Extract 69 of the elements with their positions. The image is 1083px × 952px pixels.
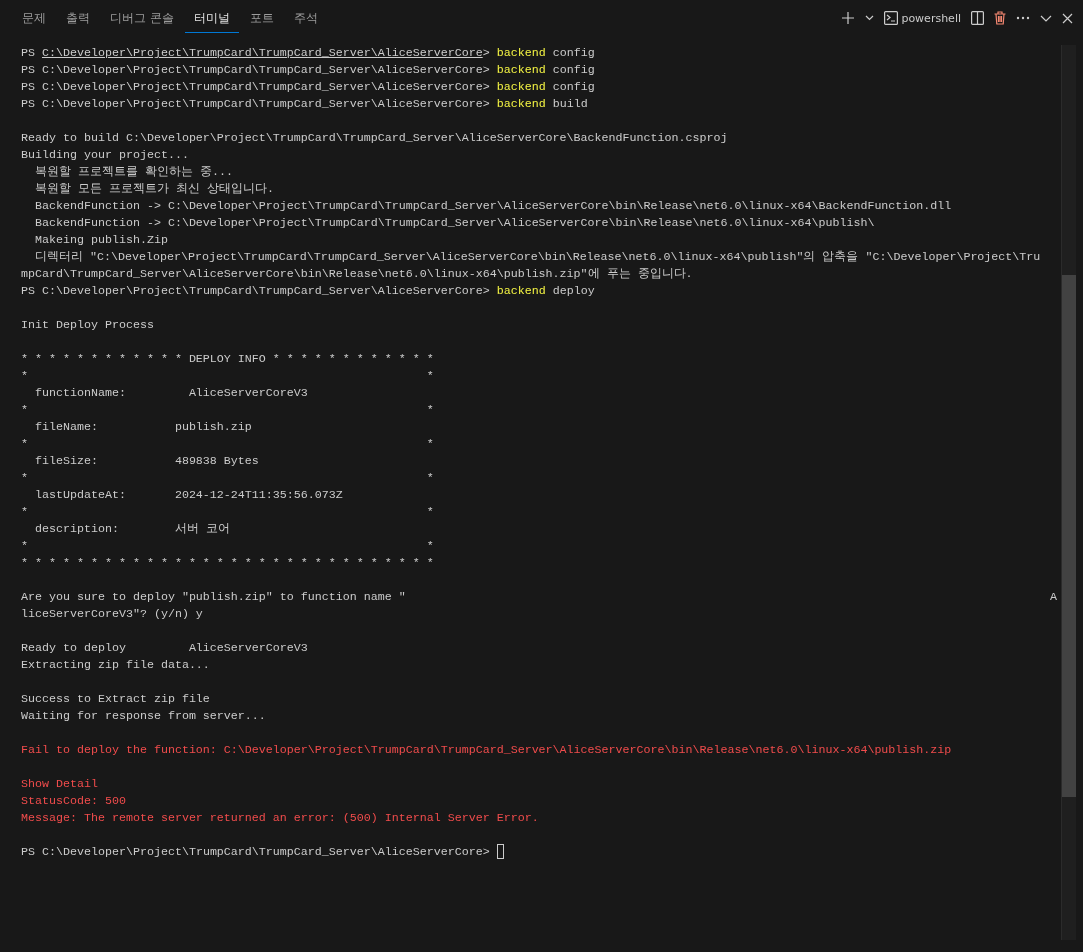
close-icon xyxy=(1062,12,1073,24)
panel-tab[interactable]: 디버그 콘솔 xyxy=(101,3,183,33)
terminal-output: * * * * * * * * * * * * * * * * * * * * * * * * * * * * * * xyxy=(21,556,434,570)
terminal-prompt: PS C:\Developer\Project\TrumpCard\TrumpCard_Server\AliceServerCore> xyxy=(21,80,490,94)
terminal-command: backend xyxy=(496,97,546,111)
split-terminal-button[interactable] xyxy=(969,9,986,27)
command-argument: build xyxy=(552,97,588,111)
terminal-command: backend xyxy=(496,284,546,298)
panel-tab[interactable]: 주석 xyxy=(284,3,327,33)
terminal-output: Makeing publish.Zip xyxy=(34,233,168,247)
command-argument: config xyxy=(552,46,595,60)
terminal-output: A xyxy=(1050,589,1057,606)
terminal-output: * * xyxy=(21,403,434,417)
terminal-output: BackendFunction -> C:\Developer\Project\TrumpCard\TrumpCard_Server\AliceServerCore\bin\Release\net6.0\linux-x64\publish\ xyxy=(34,216,875,230)
panel-tab[interactable]: 문제 xyxy=(13,3,55,33)
terminal-command: backend xyxy=(496,80,546,94)
terminal-output: description: 서버 코어 xyxy=(34,522,230,536)
error-output: Show Detail xyxy=(21,777,98,791)
panel-tab[interactable]: 출력 xyxy=(57,3,99,33)
chevron-down-icon xyxy=(865,15,875,21)
terminal-output: Init Deploy Process xyxy=(21,318,154,332)
terminal-output: * * xyxy=(21,505,434,519)
terminal-prompt: PS C:\Developer\Project\TrumpCard\TrumpCard_Server\AliceServerCore> xyxy=(21,845,490,859)
panel-tab[interactable]: 포트 xyxy=(240,3,283,33)
terminal-output: liceServerCoreV3"? (y/n) y xyxy=(21,607,203,621)
terminal-output: BackendFunction -> C:\Developer\Project\TrumpCard\TrumpCard_Server\AliceServerCore\bin\Release\net6.0\linux-x64\BackendFunction.dll xyxy=(34,199,952,213)
trash-icon xyxy=(994,11,1006,25)
kill-terminal-button[interactable] xyxy=(992,9,1008,27)
terminal-prompt: PS C:\Developer\Project\TrumpCard\TrumpCard_Server\AliceServerCore> xyxy=(21,46,490,60)
split-icon xyxy=(971,11,984,25)
terminal-output: * * * * * * * * * * * * DEPLOY INFO * * * * * * * * * * * * xyxy=(21,352,434,366)
terminal-output: Waiting for response from server... xyxy=(21,709,266,723)
more-actions-button[interactable] xyxy=(1014,14,1032,22)
terminal-command: backend xyxy=(496,46,546,60)
terminal-output: * * xyxy=(21,437,434,451)
terminal-output: Ready to deploy AliceServerCoreV3 xyxy=(21,641,308,655)
error-output: Message: The remote server returned an error: (500) Internal Server Error. xyxy=(21,811,539,825)
terminal-prompt: PS C:\Developer\Project\TrumpCard\TrumpCard_Server\AliceServerCore> xyxy=(21,284,490,298)
terminal-output: fileSize: 489838 Bytes xyxy=(34,454,259,468)
more-icon xyxy=(1016,16,1030,20)
terminal-icon xyxy=(884,11,899,25)
panel-tab[interactable]: 터미널 xyxy=(184,3,239,33)
terminal-output: Success to Extract zip file xyxy=(21,692,210,706)
error-output: StatusCode: 500 xyxy=(21,794,126,808)
terminal-output: Building your project... xyxy=(21,148,189,162)
scrollbar-thumb[interactable] xyxy=(1062,275,1076,797)
command-argument: config xyxy=(552,80,595,94)
terminal-output: fileName: publish.zip xyxy=(34,420,252,434)
terminal-output: 복원할 프로젝트를 확인하는 중... xyxy=(34,165,233,179)
terminal-output: 디렉터리 "C:\Developer\Project\TrumpCard\TrumpCard_Server\AliceServerCore\bin\Release\net6.0\linux-x64\publish"의 압축을 "C:\Developer\Project\Tru xyxy=(34,250,1041,264)
terminal-output: * * xyxy=(21,471,434,485)
error-output: Fail to deploy the function: C:\Developer\Project\TrumpCard\TrumpCard_Server\AliceServerCore\bin\Release\net6.0\linux-x64\publish.zip xyxy=(21,743,952,757)
command-argument: config xyxy=(552,63,595,77)
terminal-output: functionName: AliceServerCoreV3 xyxy=(34,386,308,400)
terminal-output: lastUpdateAt: 2024-12-24T11:35:56.073Z xyxy=(34,488,343,502)
chevron-down-icon xyxy=(1040,14,1052,22)
terminal-command: backend xyxy=(496,63,546,77)
terminal-output: Are you sure to deploy "publish.zip" to function name " xyxy=(21,590,406,604)
terminal-output: 복원할 모든 프로젝트가 최신 상태입니다. xyxy=(34,182,274,196)
terminal-output: Ready to build C:\Developer\Project\TrumpCard\TrumpCard_Server\AliceServerCore\BackendFunction.csproj xyxy=(21,131,728,145)
terminal-shell-button[interactable]: powershell xyxy=(882,9,963,27)
terminal-output: mpCard\TrumpCard_Server\AliceServerCore\bin\Release\net6.0\linux-x64\publish.zip"에 푸는 중입니다. xyxy=(21,267,693,281)
terminal-prompt: PS C:\Developer\Project\TrumpCard\TrumpCard_Server\AliceServerCore> xyxy=(21,63,490,77)
terminal-output: * * xyxy=(21,539,434,553)
terminal-output: Extracting zip file data... xyxy=(21,658,210,672)
add-icon xyxy=(841,11,856,25)
terminal-prompt: PS C:\Developer\Project\TrumpCard\TrumpCard_Server\AliceServerCore> xyxy=(21,97,490,111)
terminal-output: * * xyxy=(21,369,434,383)
command-argument: deploy xyxy=(552,284,595,298)
